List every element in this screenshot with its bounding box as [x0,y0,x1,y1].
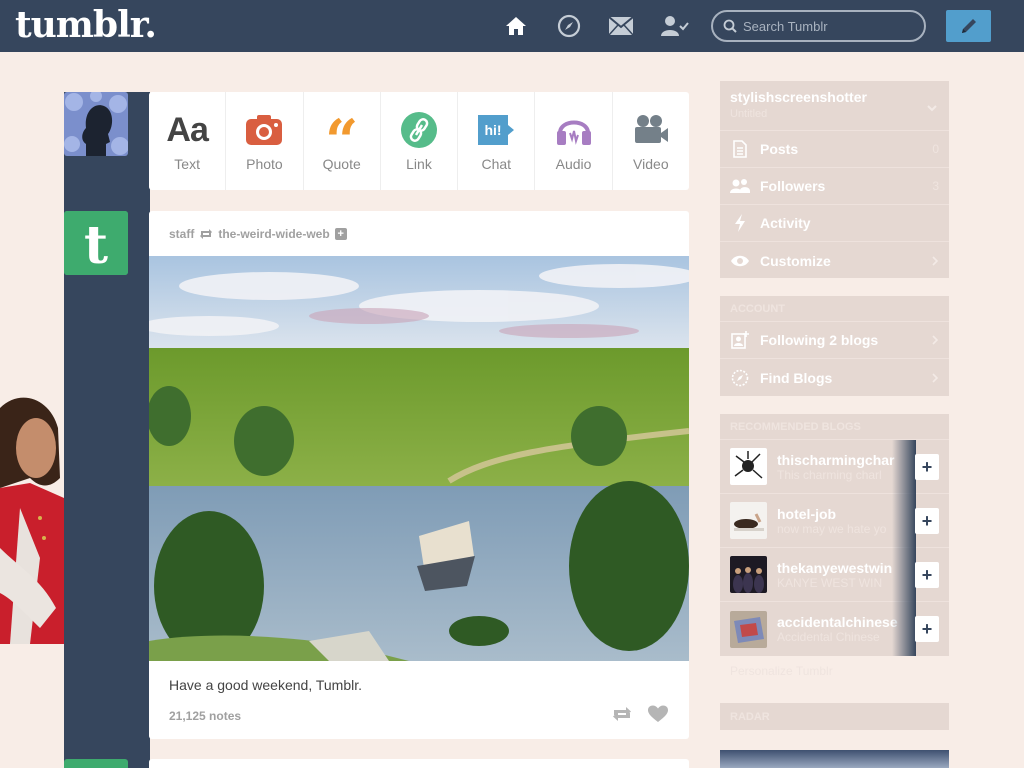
sidebar-blog-panel: stylishscreenshotter Untitled Posts 0 Fo… [720,81,949,278]
blog-thumbnail [730,610,767,648]
sidebar-item-following[interactable]: Following 2 blogs [720,322,949,359]
camera-icon [245,110,283,150]
sidebar-radar-panel: RADAR [720,703,949,730]
sidebar-item-followers[interactable]: Followers 3 [720,168,949,205]
quote-icon: “ [325,107,359,175]
account-header: ACCOUNT [720,296,949,322]
dashboard-post: staff the-weird-wide-web + Have a good w… [149,211,689,739]
compass-icon [730,369,750,387]
blog-switcher[interactable]: stylishscreenshotter Untitled [720,81,949,131]
headphones-icon [555,110,593,150]
user-avatar[interactable] [64,92,128,156]
text-icon: Aa [166,110,208,149]
following-icon [730,331,750,349]
dashboard-avatar-column [64,92,150,768]
follow-plus-button[interactable]: + [915,562,939,588]
post-actions [611,705,669,728]
people-icon [730,178,750,194]
chevron-right-icon [931,332,939,348]
radar-header: RADAR [730,710,770,723]
chevron-right-icon [931,370,939,386]
radar-image[interactable] [720,750,949,768]
top-navigation-bar: tumblr. [0,0,1024,52]
chevron-down-icon [927,99,937,117]
explore-compass-icon[interactable] [556,13,582,39]
background-person-image [0,378,64,644]
post-type-bar: Aa Text Photo “ Quote Link hi! Chat Audi… [149,92,689,190]
blog-subtitle: Untitled [730,108,768,120]
inbox-mail-icon[interactable] [608,13,634,39]
compose-button[interactable] [946,10,991,42]
pencil-icon [961,19,976,33]
post-author-link[interactable]: staff [169,227,194,241]
next-post-avatar[interactable] [64,759,128,768]
search-box[interactable] [711,10,926,42]
tumblr-logo[interactable]: tumblr. [15,4,157,46]
post-header: staff the-weird-wide-web + [169,227,347,241]
sidebar-account-panel: ACCOUNT Following 2 blogs Find Blogs [720,296,949,396]
post-type-video[interactable]: Video [613,92,689,190]
svg-text:t: t [84,215,108,275]
recommended-header: RECOMMENDED BLOGS [720,414,949,440]
blog-name: stylishscreenshotter [730,89,867,105]
search-icon [723,19,737,33]
chevron-right-icon [931,253,939,269]
follow-plus-icon[interactable]: + [334,228,347,240]
posts-count: 0 [932,142,939,156]
sidebar-item-find-blogs[interactable]: Find Blogs [720,359,949,396]
recommended-blog-item[interactable]: thischarmingchar This charming charl + [720,440,949,494]
recommended-blog-item[interactable]: hotel-job now may we hate yo + [720,494,949,548]
link-icon [400,110,438,150]
follow-plus-button[interactable]: + [915,616,939,642]
personalize-link[interactable]: Personalize Tumblr [730,664,833,678]
account-menu-icon[interactable] [660,13,690,39]
reblog-icon[interactable] [611,705,633,728]
reblog-small-icon [200,229,213,239]
staff-avatar[interactable]: t [64,211,128,275]
post-type-link[interactable]: Link [381,92,459,190]
post-type-text[interactable]: Aa Text [149,92,227,190]
post-type-chat[interactable]: hi! Chat [458,92,536,190]
post-photo[interactable] [149,256,689,661]
eye-icon [730,255,750,267]
post-notes-count[interactable]: 21,125 notes [169,709,241,723]
sidebar-item-posts[interactable]: Posts 0 [720,131,949,168]
followers-count: 3 [932,179,939,193]
sidebar-recommended-panel: RECOMMENDED BLOGS thischarmingchar This c… [720,414,949,656]
reblogged-from-link[interactable]: the-weird-wide-web [218,227,329,241]
like-heart-icon[interactable] [647,705,669,728]
blog-thumbnail [730,556,767,593]
blog-thumbnail [730,502,767,539]
document-icon [730,140,750,158]
recommended-blog-item[interactable]: thekanyewestwin KANYE WEST WIN + [720,548,949,602]
sidebar-item-customize[interactable]: Customize [720,242,949,279]
blog-thumbnail [730,448,767,485]
search-input[interactable] [743,18,913,34]
post-caption: Have a good weekend, Tumblr. [169,677,363,693]
video-camera-icon [632,110,670,150]
sidebar-item-activity[interactable]: Activity [720,205,949,242]
home-icon[interactable] [503,13,529,39]
post-type-photo[interactable]: Photo [226,92,304,190]
chat-icon: hi! [476,110,516,150]
follow-plus-button[interactable]: + [915,508,939,534]
recommended-blog-item[interactable]: accidentalchinese Accidental Chinese + [720,602,949,656]
svg-text:hi!: hi! [485,122,502,138]
post-type-quote[interactable]: “ Quote [304,92,381,190]
follow-plus-button[interactable]: + [915,454,939,480]
post-type-audio[interactable]: Audio [535,92,613,190]
lightning-icon [730,214,750,232]
next-dashboard-post [149,759,689,768]
